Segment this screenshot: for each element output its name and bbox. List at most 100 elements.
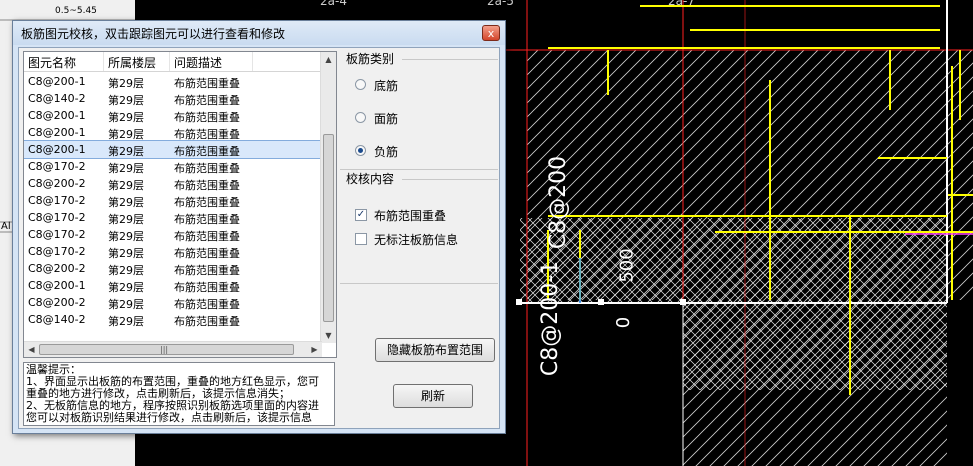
- table-row[interactable]: C8@200-2 第29层 布筋范围重叠: [24, 294, 322, 311]
- cell-element-name: C8@200-2: [28, 262, 86, 275]
- scroll-up-icon[interactable]: ▲: [321, 52, 336, 67]
- close-button[interactable]: x: [482, 25, 500, 41]
- axis-label-3: 2a-7: [668, 0, 695, 8]
- table-row[interactable]: C8@200-1 第29层 布筋范围重叠: [24, 124, 322, 141]
- table-row[interactable]: C8@170-2 第29层 布筋范围重叠: [24, 192, 322, 209]
- column-header-description[interactable]: 问题描述: [174, 54, 222, 71]
- table-row[interactable]: C8@200-1 第29层 布筋范围重叠: [24, 277, 322, 294]
- scroll-down-icon[interactable]: ▼: [321, 328, 336, 343]
- cell-floor: 第29层: [108, 179, 144, 192]
- checkbox-no-annotation-label[interactable]: 无标注板筋信息: [374, 231, 458, 248]
- rebar-label-c8-200: C8@200: [546, 155, 572, 250]
- list-header: 图元名称 所属楼层 问题描述: [24, 52, 322, 72]
- cell-element-name: C8@140-2: [28, 313, 86, 326]
- table-row[interactable]: C8@200-2 第29层 布筋范围重叠: [24, 260, 322, 277]
- cell-description: 布筋范围重叠: [174, 281, 240, 294]
- cell-description: 布筋范围重叠: [174, 230, 240, 243]
- dialog-title: 板筋图元校核，双击跟踪图元可以进行查看和修改: [21, 27, 286, 41]
- cell-floor: 第29层: [108, 128, 144, 141]
- cell-floor: 第29层: [108, 77, 144, 90]
- cell-element-name: C8@140-2: [28, 92, 86, 105]
- left-strip-label: Al: [1, 221, 11, 232]
- radio-bottom-rebar-label[interactable]: 底筋: [374, 77, 398, 94]
- cell-floor: 第29层: [108, 315, 144, 328]
- vertical-scrollbar[interactable]: ▲ ▼: [320, 52, 336, 343]
- horizontal-scrollbar[interactable]: ◀ ||| ▶: [24, 341, 322, 357]
- cell-description: 布筋范围重叠: [174, 77, 240, 90]
- cell-description: 布筋范围重叠: [174, 213, 240, 226]
- cell-floor: 第29层: [108, 247, 144, 260]
- table-row[interactable]: C8@200-1 第29层 布筋范围重叠: [24, 73, 322, 90]
- cell-element-name: C8@200-1: [28, 143, 86, 156]
- cell-element-name: C8@170-2: [28, 211, 86, 224]
- cell-element-name: C8@200-1: [28, 126, 86, 139]
- checkbox-overlap-label[interactable]: 布筋范围重叠: [374, 207, 446, 224]
- table-row[interactable]: C8@200-1 第29层 布筋范围重叠: [24, 140, 323, 159]
- cell-floor: 第29层: [108, 264, 144, 277]
- cell-element-name: C8@200-2: [28, 296, 86, 309]
- radio-top-rebar[interactable]: [355, 112, 366, 123]
- cell-description: 布筋范围重叠: [174, 298, 240, 311]
- cell-description: 布筋范围重叠: [174, 111, 240, 124]
- cell-description: 布筋范围重叠: [174, 128, 240, 141]
- ruler-value: 0.5~5.45: [55, 6, 97, 16]
- issue-list[interactable]: 图元名称 所属楼层 问题描述 C8@200-1 第29层 布筋范围重叠 C8@140-…: [23, 51, 337, 358]
- column-header-floor[interactable]: 所属楼层: [108, 54, 156, 71]
- cell-description: 布筋范围重叠: [174, 196, 240, 209]
- tips-textbox[interactable]: 温馨提示： 1、界面显示出板筋的布置范围，重叠的地方红色显示，您可 重叠的地方进…: [23, 362, 335, 426]
- cell-description: 布筋范围重叠: [174, 162, 240, 175]
- dimension-0: 0: [613, 316, 635, 329]
- checkbox-overlap[interactable]: ✓: [355, 209, 367, 221]
- cell-element-name: C8@170-2: [28, 160, 86, 173]
- close-icon: x: [487, 27, 495, 40]
- overlap-region: [520, 218, 947, 303]
- table-row[interactable]: C8@170-2 第29层 布筋范围重叠: [24, 243, 322, 260]
- axis-label-2: 2a-5: [487, 0, 514, 8]
- cell-element-name: C8@170-2: [28, 194, 86, 207]
- table-row[interactable]: C8@140-2 第29层 布筋范围重叠: [24, 90, 322, 107]
- table-row[interactable]: C8@170-2 第29层 布筋范围重叠: [24, 158, 322, 175]
- refresh-button[interactable]: 刷新: [393, 384, 473, 408]
- table-row[interactable]: C8@170-2 第29层 布筋范围重叠: [24, 209, 322, 226]
- table-row[interactable]: C8@200-2 第29层 布筋范围重叠: [24, 175, 322, 192]
- cell-element-name: C8@200-1: [28, 109, 86, 122]
- cell-element-name: C8@200-1: [28, 279, 86, 292]
- cell-floor: 第29层: [108, 111, 144, 124]
- cell-element-name: C8@170-2: [28, 228, 86, 241]
- table-row[interactable]: C8@140-2 第29层 布筋范围重叠: [24, 311, 322, 328]
- cell-description: 布筋范围重叠: [174, 94, 240, 107]
- vertical-scroll-thumb[interactable]: [323, 134, 334, 322]
- scroll-left-icon[interactable]: ◀: [24, 342, 39, 357]
- horizontal-scroll-thumb[interactable]: |||: [39, 344, 294, 355]
- dialog-titlebar[interactable]: 板筋图元校核，双击跟踪图元可以进行查看和修改 x: [13, 21, 505, 45]
- grip-icon: |||: [160, 345, 169, 354]
- hide-range-button[interactable]: 隐藏板筋布置范围: [375, 338, 495, 362]
- scroll-right-icon[interactable]: ▶: [307, 342, 322, 357]
- radio-top-rebar-label[interactable]: 面筋: [374, 110, 398, 127]
- cell-floor: 第29层: [108, 298, 144, 311]
- radio-bottom-rebar[interactable]: [355, 79, 366, 90]
- options-panel: 板筋类别 底筋 面筋 负筋 校核内容 ✓ 布筋范围重叠 无标注板筋信息: [340, 49, 498, 319]
- axis-label-1: 2a-4: [320, 0, 347, 8]
- check-content-label: 校核内容: [346, 172, 395, 186]
- overlap-region-lower: [683, 300, 947, 390]
- rebar-type-label: 板筋类别: [346, 52, 395, 66]
- dimension-500: 500: [616, 248, 638, 283]
- rebar-check-dialog: 板筋图元校核，双击跟踪图元可以进行查看和修改 x 图元名称 所属楼层 问题描述 …: [12, 20, 506, 434]
- cell-floor: 第29层: [108, 196, 144, 209]
- cell-floor: 第29层: [108, 230, 144, 243]
- cell-description: 布筋范围重叠: [174, 264, 240, 277]
- radio-negative-rebar[interactable]: [355, 145, 366, 156]
- table-row[interactable]: C8@170-2 第29层 布筋范围重叠: [24, 226, 322, 243]
- radio-negative-rebar-label[interactable]: 负筋: [374, 143, 398, 160]
- cell-description: 布筋范围重叠: [174, 145, 240, 158]
- cell-floor: 第29层: [108, 162, 144, 175]
- tip-line-4: 您可以对板筋识别结果进行修改，点击刷新后，该提示信息: [26, 411, 312, 424]
- checkbox-no-annotation[interactable]: [355, 233, 367, 245]
- cell-floor: 第29层: [108, 94, 144, 107]
- table-row[interactable]: C8@200-1 第29层 布筋范围重叠: [24, 107, 322, 124]
- cell-description: 布筋范围重叠: [174, 179, 240, 192]
- cell-description: 布筋范围重叠: [174, 247, 240, 260]
- cell-element-name: C8@170-2: [28, 245, 86, 258]
- column-header-name[interactable]: 图元名称: [28, 54, 76, 71]
